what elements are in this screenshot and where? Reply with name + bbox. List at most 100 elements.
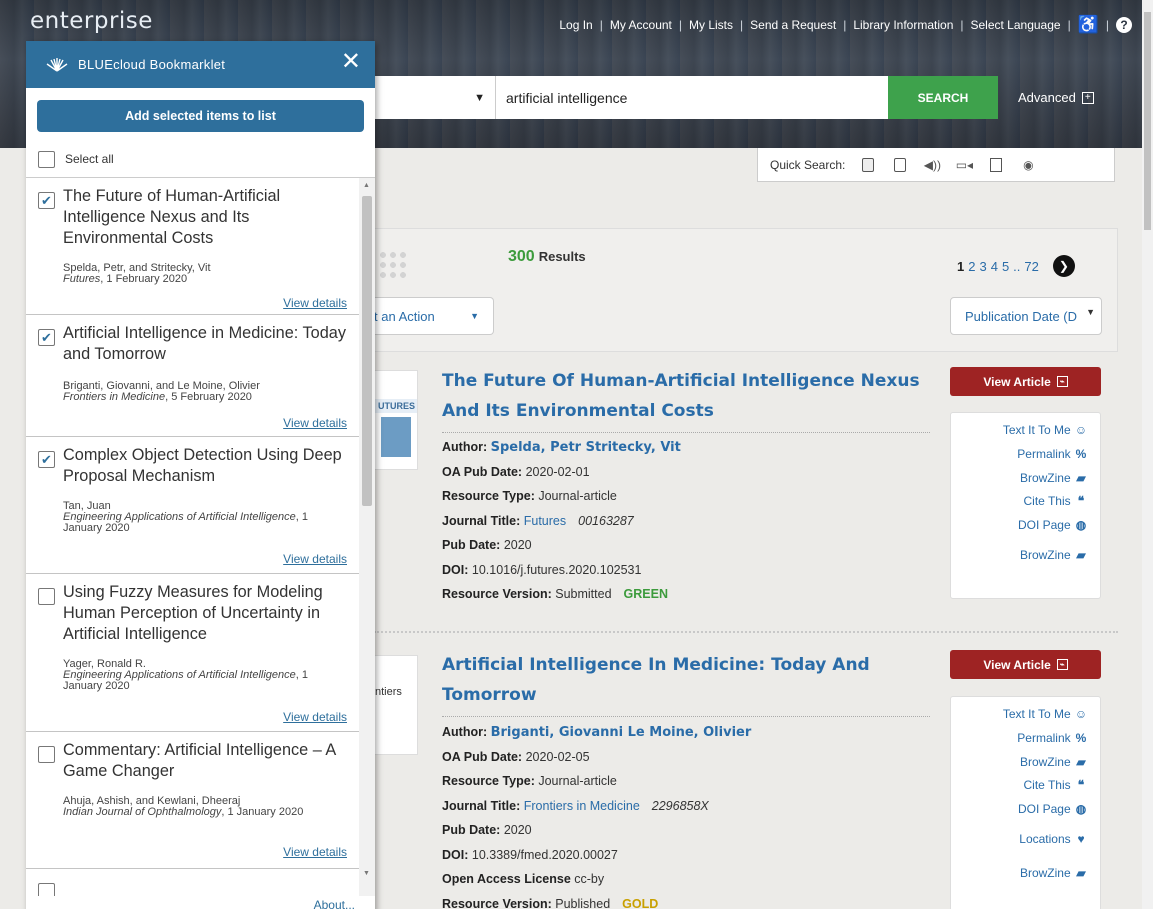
bluecloud-bookmarklet-panel: BLUEcloud Bookmarklet ✕ Add selected ite… [26,41,375,909]
action-select-label: t an Action [374,308,435,324]
view-article-button[interactable]: View Article ⌁ [950,367,1101,396]
bookmarklet-scrollbar[interactable]: ▲ ▼ [359,178,375,896]
search-button[interactable]: SEARCH [888,76,998,119]
nav-select-language[interactable]: Select Language [971,18,1061,32]
nav-my-account[interactable]: My Account [610,18,672,32]
item-checkbox[interactable] [38,883,55,896]
scroll-down-icon[interactable]: ▼ [363,870,370,877]
page-scroll-thumb[interactable] [1144,12,1151,230]
view-details-link[interactable]: View details [283,845,347,859]
item-title: Commentary: Artificial Intelligence – A … [63,741,336,780]
thumb-text: ntiers [375,686,402,698]
view-article-label: View Article [983,374,1051,389]
map-pin-icon: ♥ [1077,831,1085,846]
doi-page-link[interactable]: DOI Page ◍ [951,518,1088,542]
item-source: Indian Journal of Ophthalmology, 1 Janua… [63,806,304,818]
view-details-link[interactable]: View details [283,710,347,724]
book-icon: ▰ [1076,754,1086,769]
item-source: Engineering Applications of Artificial I… [63,669,308,692]
nav-my-lists[interactable]: My Lists [689,18,733,32]
item-checkbox[interactable] [38,746,55,763]
browzine-link[interactable]: BrowZine ▰ [951,755,1088,779]
page-scrollbar[interactable] [1142,0,1153,909]
about-link[interactable]: About... [314,898,355,909]
nav-library-information[interactable]: Library Information [853,18,953,32]
doi-page-link[interactable]: DOI Page ◍ [951,802,1088,826]
page-2[interactable]: 2 [968,259,975,274]
grid-view-icon[interactable] [378,250,408,280]
locations-link[interactable]: Locations ♥ [951,832,1088,856]
advanced-search-link[interactable]: Advanced + [1018,90,1094,105]
cite-this-link[interactable]: Cite This ❝ [951,778,1088,802]
action-select[interactable]: t an Action ▼ [374,297,494,335]
page-4[interactable]: 4 [991,259,998,274]
item-title: Artificial Intelligence in Medicine: Tod… [63,324,346,363]
page-72[interactable]: 72 [1024,259,1038,274]
next-page-icon[interactable]: ❯ [1052,255,1075,277]
globe-icon: ◍ [1075,802,1087,817]
select-all-row[interactable]: Select all [26,141,375,178]
add-selected-to-list-button[interactable]: Add selected items to list [37,100,364,132]
result-actions: Text It To Me ☺ Permalink % BrowZine ▰ C… [950,696,1101,909]
nav-log-in[interactable]: Log In [559,18,592,32]
site-logo[interactable]: enterprise [30,8,153,34]
journal-link[interactable]: Futures [524,514,566,528]
permalink-link[interactable]: Permalink % [951,447,1088,471]
result-title[interactable]: Artificial Intelligence In Medicine: Tod… [442,650,942,710]
page-3[interactable]: 3 [979,259,986,274]
item-checkbox[interactable]: ✔ [38,192,55,209]
cover-thumbnail[interactable]: UTURES [374,370,418,470]
journal-link[interactable]: Frontiers in Medicine [524,799,640,813]
close-icon[interactable]: ✕ [341,50,361,74]
accessibility-icon[interactable]: ♿ [1078,15,1099,35]
quick-search-bar: Quick Search: ◀)) ▭◂ ◉ [757,148,1115,182]
view-article-button[interactable]: View Article ⌁ [950,650,1101,679]
quick-search-label: Quick Search: [770,157,846,172]
top-navigation: Log In | My Account | My Lists | Send a Req… [559,15,1132,35]
view-details-link[interactable]: View details [283,416,347,430]
permalink-link[interactable]: Permalink % [951,731,1088,755]
cite-this-link[interactable]: Cite This ❝ [951,494,1088,518]
author-link[interactable]: Briganti, Giovanni Le Moine, Olivier [491,725,752,740]
video-icon[interactable]: ▭◂ [955,156,973,174]
sort-select[interactable]: Publication Date (D ▼ [950,297,1102,335]
result-title[interactable]: The Future Of Human-Artificial Intellige… [442,366,942,426]
thumb-text: UTURES [375,399,417,413]
pdf-icon: ⌁ [1056,659,1068,670]
item-checkbox[interactable]: ✔ [38,451,55,468]
browzine-link[interactable]: BrowZine ▰ [951,548,1088,572]
page-5[interactable]: 5 [1002,259,1009,274]
select-all-checkbox[interactable] [38,150,55,168]
view-details-link[interactable]: View details [283,552,347,566]
scroll-up-icon[interactable]: ▲ [363,182,370,189]
audio-icon[interactable]: ◀)) [923,156,941,174]
browzine-link[interactable]: BrowZine ▰ [951,866,1088,890]
pdf-icon: ⌁ [1056,376,1068,387]
help-icon[interactable]: ? [1116,17,1132,33]
search-input[interactable] [496,76,888,119]
result-item: ntiers Artificial Intelligence In Medici… [374,645,1118,909]
chevron-down-icon: ▼ [474,91,485,104]
text-it-to-me-link[interactable]: Text It To Me ☺ [951,423,1088,447]
scroll-thumb[interactable] [362,196,372,506]
disc-icon[interactable]: ◉ [1019,156,1037,174]
ebook-icon[interactable] [891,156,909,174]
item-checkbox[interactable] [38,588,55,605]
result-actions: Text It To Me ☺ Permalink % BrowZine ▰ C… [950,412,1101,599]
map-icon[interactable] [987,156,1005,174]
view-details-link[interactable]: View details [283,296,347,310]
browzine-link[interactable]: BrowZine ▰ [951,471,1088,495]
cover-thumbnail[interactable]: ntiers [374,655,418,755]
page-1[interactable]: 1 [957,259,964,274]
nav-send-request[interactable]: Send a Request [750,18,836,32]
book-icon: ▰ [1076,470,1086,485]
list-item: ✔ Complex Object Detection Using Deep Pr… [26,437,359,574]
text-it-to-me-link[interactable]: Text It To Me ☺ [951,707,1088,731]
author-link[interactable]: Spelda, Petr Stritecky, Vit [491,440,681,455]
pdf-icon[interactable] [859,156,877,174]
result-item: UTURES The Future Of Human-Artificial In… [374,362,1118,633]
item-checkbox[interactable]: ✔ [38,329,55,346]
link-icon: % [1075,446,1087,461]
result-count-label: Results [538,249,586,264]
search-scope-dropdown[interactable]: ▼ [374,76,496,119]
